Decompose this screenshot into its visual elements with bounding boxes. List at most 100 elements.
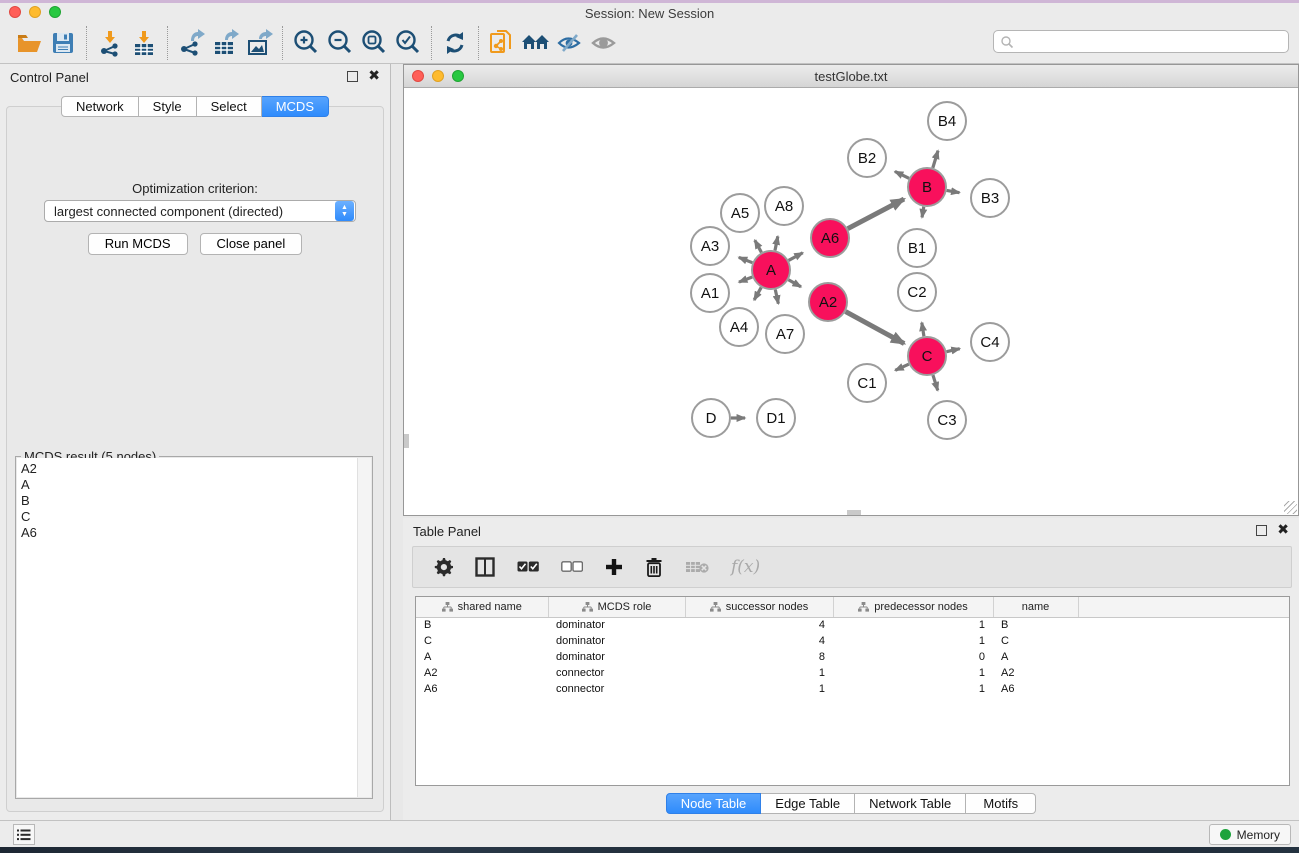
open-session-button[interactable] — [12, 26, 46, 60]
deselect-all-rows-button[interactable] — [561, 561, 583, 573]
table-cell[interactable]: A — [993, 649, 1078, 665]
graph-edge-B-B1[interactable] — [922, 207, 924, 218]
table-cell[interactable]: dominator — [548, 617, 685, 633]
select-all-rows-button[interactable] — [517, 561, 539, 573]
table-cell[interactable]: 1 — [833, 681, 993, 697]
graph-node-D1[interactable]: D1 — [757, 399, 795, 437]
tab-select[interactable]: Select — [197, 96, 262, 117]
graph-node-C1[interactable]: C1 — [848, 364, 886, 402]
table-cell[interactable]: A2 — [993, 665, 1078, 681]
graph-edge-C-C1[interactable] — [895, 364, 908, 370]
run-mcds-button[interactable]: Run MCDS — [88, 233, 188, 255]
table-row[interactable]: Bdominator41B — [416, 617, 1289, 633]
table-cell[interactable]: 1 — [685, 665, 833, 681]
function-builder-button[interactable]: f(x) — [731, 557, 760, 577]
table-cell[interactable]: 4 — [685, 633, 833, 649]
graph-edge-A-A7[interactable] — [775, 290, 778, 304]
graph-edge-C-C3[interactable] — [933, 375, 938, 390]
search-input[interactable] — [1014, 31, 1288, 52]
mcds-result-list[interactable]: A2ABCA6 — [17, 458, 371, 797]
graph-edge-A-A5[interactable] — [755, 240, 762, 252]
graph-node-A[interactable]: A — [752, 251, 790, 289]
graph-edge-A-A6[interactable] — [789, 253, 803, 261]
table-row[interactable]: A2connector11A2 — [416, 665, 1289, 681]
memory-button[interactable]: Memory — [1209, 824, 1291, 845]
export-table-button[interactable] — [208, 26, 242, 60]
graph-node-C3[interactable]: C3 — [928, 401, 966, 439]
graph-edge-B-B4[interactable] — [933, 151, 938, 168]
hide-selected-button[interactable] — [553, 26, 587, 60]
graph-node-A3[interactable]: A3 — [691, 227, 729, 265]
table-settings-button[interactable] — [433, 557, 453, 577]
graph-edge-C-C4[interactable] — [947, 349, 960, 352]
graph-node-C4[interactable]: C4 — [971, 323, 1009, 361]
graph-edge-B-B2[interactable] — [895, 171, 909, 178]
mcds-result-item[interactable]: A — [21, 477, 357, 493]
tab-network-table[interactable]: Network Table — [855, 793, 966, 814]
graph-node-C2[interactable]: C2 — [898, 273, 936, 311]
table-cell[interactable]: 1 — [833, 665, 993, 681]
table-cell[interactable]: A6 — [993, 681, 1078, 697]
tab-network[interactable]: Network — [61, 96, 139, 117]
table-row[interactable]: A6connector11A6 — [416, 681, 1289, 697]
import-network-button[interactable] — [93, 26, 127, 60]
horizontal-scroll-nub[interactable] — [847, 510, 861, 515]
table-cell[interactable]: 1 — [833, 633, 993, 649]
node-table[interactable]: shared nameMCDS rolesuccessor nodesprede… — [415, 596, 1290, 786]
table-cell[interactable]: 0 — [833, 649, 993, 665]
save-session-button[interactable] — [46, 26, 80, 60]
column-header-MCDS-role[interactable]: MCDS role — [548, 597, 685, 617]
column-header-successor-nodes[interactable]: successor nodes — [685, 597, 833, 617]
close-panel-icon[interactable]: ✖ — [368, 67, 380, 84]
graph-node-B3[interactable]: B3 — [971, 179, 1009, 217]
export-network-button[interactable] — [174, 26, 208, 60]
graph-node-A2[interactable]: A2 — [809, 283, 847, 321]
graph-edge-A6-B[interactable] — [848, 199, 904, 229]
graph-node-A5[interactable]: A5 — [721, 194, 759, 232]
graph-node-B4[interactable]: B4 — [928, 102, 966, 140]
network-graph[interactable]: B4B2BB3A8A5A6A3B1AA1C2A2A4A7C4CC1C3DD1 — [404, 89, 1298, 516]
import-table-button[interactable] — [127, 26, 161, 60]
criterion-dropdown[interactable]: largest connected component (directed) ▲… — [44, 200, 356, 222]
tab-style[interactable]: Style — [139, 96, 197, 117]
table-cell[interactable]: B — [416, 617, 548, 633]
graph-node-B1[interactable]: B1 — [898, 229, 936, 267]
graph-node-A6[interactable]: A6 — [811, 219, 849, 257]
graph-edge-A-A4[interactable] — [754, 287, 761, 300]
graph-node-B[interactable]: B — [908, 168, 946, 206]
mcds-result-item[interactable]: A6 — [21, 525, 357, 541]
zoom-selected-button[interactable] — [391, 26, 425, 60]
mcds-result-item[interactable]: C — [21, 509, 357, 525]
graph-node-D[interactable]: D — [692, 399, 730, 437]
table-cell[interactable]: B — [993, 617, 1078, 633]
zoom-out-button[interactable] — [323, 26, 357, 60]
task-history-button[interactable] — [13, 824, 35, 845]
table-cell[interactable]: C — [993, 633, 1078, 649]
table-cell[interactable]: 8 — [685, 649, 833, 665]
zoom-in-button[interactable] — [289, 26, 323, 60]
table-cell[interactable]: connector — [548, 681, 685, 697]
first-neighbors-button[interactable] — [519, 26, 553, 60]
network-window-titlebar[interactable]: testGlobe.txt — [404, 65, 1298, 88]
network-from-file-button[interactable] — [485, 26, 519, 60]
table-row[interactable]: Cdominator41C — [416, 633, 1289, 649]
graph-edge-A2-C[interactable] — [846, 312, 905, 344]
search-field[interactable] — [993, 30, 1289, 53]
table-cell[interactable]: 4 — [685, 617, 833, 633]
mcds-result-item[interactable]: A2 — [21, 461, 357, 477]
table-row[interactable]: Adominator80A — [416, 649, 1289, 665]
graph-node-C[interactable]: C — [908, 337, 946, 375]
mcds-result-item[interactable]: B — [21, 493, 357, 509]
table-cell[interactable]: connector — [548, 665, 685, 681]
tab-mcds[interactable]: MCDS — [262, 96, 329, 117]
tab-edge-table[interactable]: Edge Table — [761, 793, 855, 814]
graph-node-A8[interactable]: A8 — [765, 187, 803, 225]
column-header-shared-name[interactable]: shared name — [416, 597, 548, 617]
table-cell[interactable]: dominator — [548, 633, 685, 649]
graph-edge-A-A2[interactable] — [788, 280, 801, 287]
table-cell[interactable]: 1 — [685, 681, 833, 697]
table-cell[interactable]: C — [416, 633, 548, 649]
close-panel-button[interactable]: Close panel — [200, 233, 303, 255]
float-table-panel-icon[interactable] — [1256, 525, 1267, 536]
table-cell[interactable]: A2 — [416, 665, 548, 681]
